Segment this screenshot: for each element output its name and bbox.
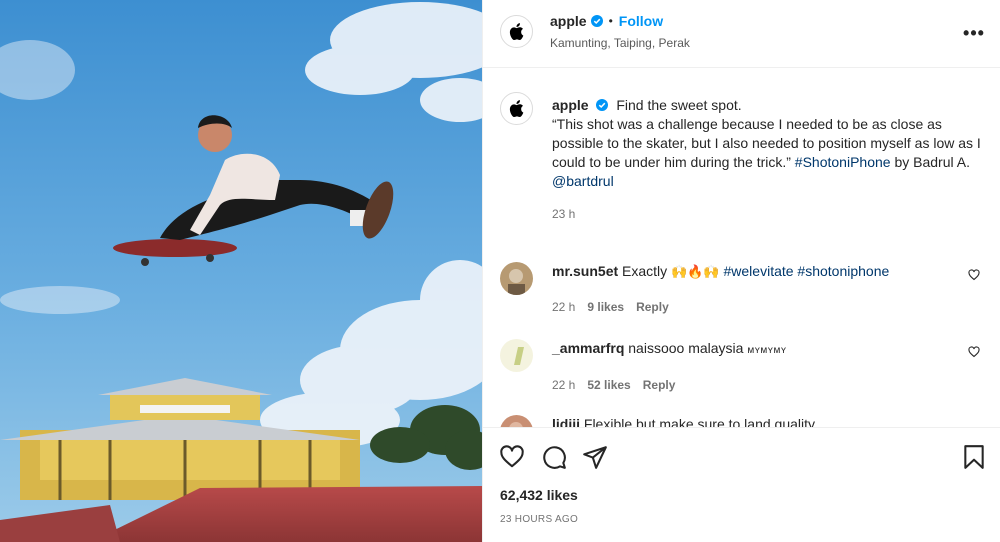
post-location[interactable]: Kamunting, Taiping, Perak bbox=[550, 36, 690, 50]
caption-avatar[interactable] bbox=[500, 92, 533, 125]
caption-body: apple Find the sweet spot. “This shot wa… bbox=[552, 96, 982, 224]
reply-button[interactable]: Reply bbox=[636, 298, 669, 316]
comment-username[interactable]: mr.sun5et bbox=[552, 263, 618, 279]
verified-badge-icon bbox=[590, 15, 603, 27]
caption-by: by bbox=[894, 154, 910, 170]
comment-body: _ammarfrq naissooo malaysia ᴍʏᴍʏᴍʏ 22 h … bbox=[552, 339, 952, 394]
comment-text: naissooo malaysia bbox=[628, 340, 744, 356]
caption-username[interactable]: apple bbox=[552, 97, 589, 113]
apple-logo-icon bbox=[509, 23, 524, 40]
apple-logo-icon bbox=[509, 100, 524, 117]
caption-credit-name: Badrul A. bbox=[913, 154, 970, 170]
share-icon[interactable] bbox=[582, 444, 608, 470]
bookmark-icon[interactable] bbox=[961, 444, 987, 470]
hashtag-link[interactable]: #ShotoniPhone bbox=[795, 154, 891, 170]
heart-icon[interactable] bbox=[499, 444, 525, 470]
mention-link[interactable]: @bartdrul bbox=[552, 173, 614, 189]
post-username[interactable]: apple bbox=[550, 13, 587, 29]
hashtag-link[interactable]: #welevitate #shotoniphone bbox=[724, 263, 890, 279]
comment-username[interactable]: lidiii bbox=[552, 416, 580, 427]
comment-icon[interactable] bbox=[541, 444, 567, 470]
commenter-avatar[interactable] bbox=[500, 262, 533, 295]
comment-meta: 22 h 52 likes Reply bbox=[552, 376, 952, 394]
commenter-avatar[interactable] bbox=[500, 339, 533, 372]
post-header: apple • Follow Kamunting, Taiping, Perak… bbox=[483, 0, 1000, 68]
comment-likes[interactable]: 52 likes bbox=[587, 376, 630, 394]
post-actions: 62,432 likes 23 HOURS AGO bbox=[483, 427, 1000, 542]
commenter-avatar[interactable] bbox=[500, 415, 533, 427]
comment-likes[interactable]: 9 likes bbox=[587, 298, 624, 316]
post-timestamp[interactable]: 23 HOURS AGO bbox=[500, 514, 578, 525]
reply-button[interactable]: Reply bbox=[643, 376, 676, 394]
comment-suffix: ᴍʏᴍʏᴍʏ bbox=[747, 345, 787, 356]
comment-heart-icon[interactable] bbox=[968, 269, 980, 281]
comment-heart-icon[interactable] bbox=[968, 346, 980, 358]
separator-dot: • bbox=[608, 14, 613, 28]
comment-emoji: 🙌🔥🙌 bbox=[671, 265, 720, 280]
comment-username[interactable]: _ammarfrq bbox=[552, 340, 624, 356]
comment-time[interactable]: 22 h bbox=[552, 376, 575, 394]
comments-list[interactable]: apple Find the sweet spot. “This shot wa… bbox=[483, 69, 1000, 427]
profile-avatar[interactable] bbox=[500, 15, 533, 48]
comment-body: lidiii Flexible but make sure to land qu… bbox=[552, 415, 952, 427]
likes-count[interactable]: 62,432 likes bbox=[500, 487, 578, 503]
comment-meta: 22 h 9 likes Reply bbox=[552, 298, 952, 316]
skateboarder-photo bbox=[0, 0, 482, 542]
comment-text: Flexible but make sure to land quality bbox=[583, 416, 816, 427]
post-photo[interactable] bbox=[0, 0, 482, 542]
comment-time[interactable]: 22 h bbox=[552, 298, 575, 316]
follow-button[interactable]: Follow bbox=[619, 13, 663, 29]
caption-time[interactable]: 23 h bbox=[552, 205, 982, 224]
comment-text: Exactly bbox=[622, 263, 668, 279]
verified-badge-icon bbox=[596, 99, 609, 111]
more-options-icon[interactable]: ••• bbox=[963, 22, 985, 44]
caption-text: Find the sweet spot. bbox=[616, 97, 742, 113]
post-panel: apple • Follow Kamunting, Taiping, Perak… bbox=[482, 0, 1000, 542]
comment-body: mr.sun5et Exactly 🙌🔥🙌 #welevitate #shoto… bbox=[552, 262, 952, 316]
